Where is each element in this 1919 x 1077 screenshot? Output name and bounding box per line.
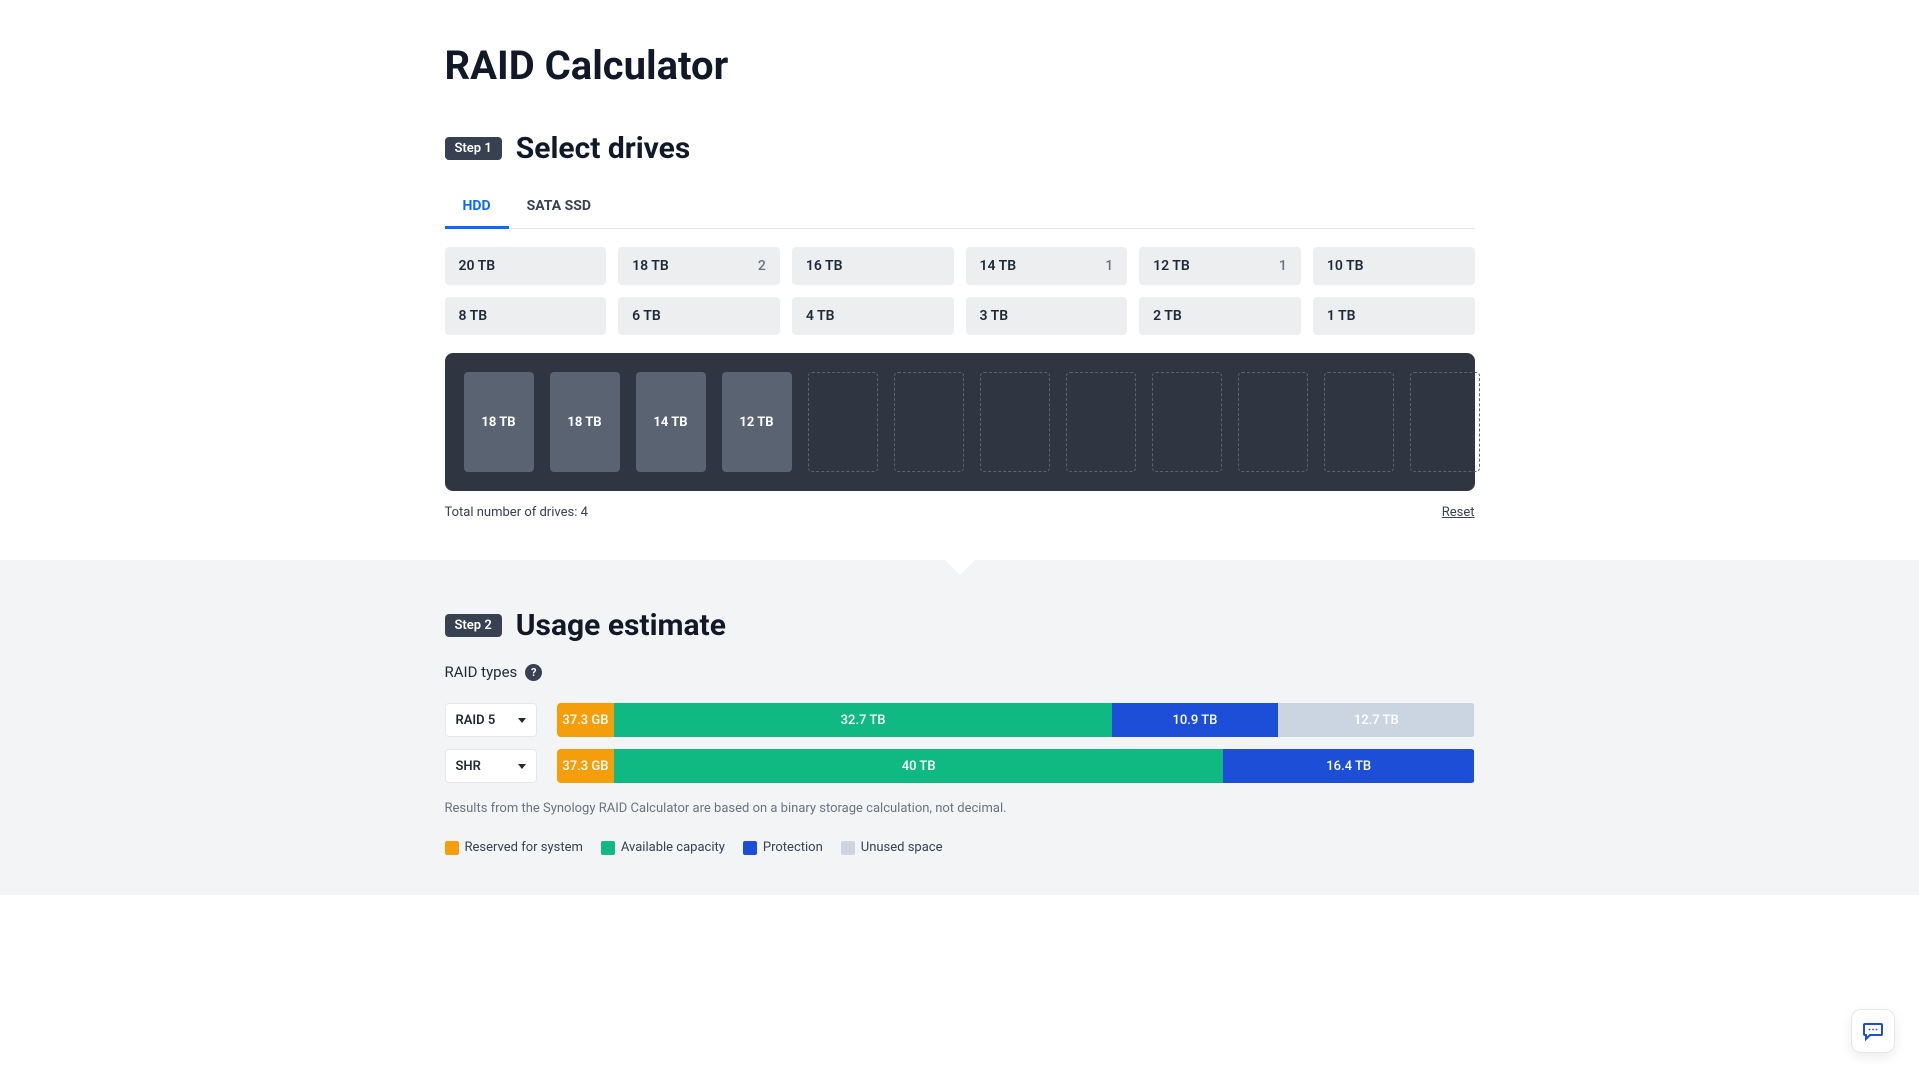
- capacity-bar: 37.3 GB32.7 TB10.9 TB12.7 TB: [557, 703, 1475, 737]
- drive-size-count: 1: [1279, 258, 1287, 274]
- segment-protection: 16.4 TB: [1223, 749, 1475, 783]
- drive-size-14tb[interactable]: 14 TB 1: [966, 247, 1128, 285]
- bay-slot-label: 12 TB: [739, 415, 773, 430]
- segment-reserved: 37.3 GB: [557, 749, 615, 783]
- calculation-note: Results from the Synology RAID Calculato…: [445, 801, 1007, 816]
- bay-slot-empty[interactable]: [894, 372, 964, 472]
- tab-sata-ssd[interactable]: SATA SSD: [509, 186, 609, 228]
- raid-row: RAID 5 37.3 GB32.7 TB10.9 TB12.7 TB: [445, 703, 1475, 737]
- raid-type-select[interactable]: RAID 5: [445, 703, 537, 737]
- chat-button[interactable]: [1851, 1009, 1895, 1053]
- bay-slot-empty[interactable]: [980, 372, 1050, 472]
- drive-size-label: 4 TB: [806, 308, 835, 324]
- bay-slot-empty[interactable]: [1152, 372, 1222, 472]
- help-icon[interactable]: ?: [525, 664, 542, 681]
- swatch-unused: [841, 841, 855, 855]
- section-divider-notch: [944, 559, 976, 575]
- capacity-bar: 37.3 GB40 TB16.4 TB: [557, 749, 1475, 783]
- drive-size-6tb[interactable]: 6 TB: [618, 297, 780, 335]
- raid-types-label: RAID types: [445, 663, 518, 681]
- step2-header: Step 2 Usage estimate: [445, 608, 1475, 643]
- legend-reserved: Reserved for system: [445, 840, 583, 855]
- step1-badge: Step 1: [445, 137, 502, 160]
- legend-protection-label: Protection: [763, 840, 823, 855]
- drive-size-2tb[interactable]: 2 TB: [1139, 297, 1301, 335]
- bay-slot-empty[interactable]: [1238, 372, 1308, 472]
- bay-slot-empty[interactable]: [808, 372, 878, 472]
- segment-reserved: 37.3 GB: [557, 703, 615, 737]
- drive-size-count: 1: [1105, 258, 1113, 274]
- legend-available-label: Available capacity: [621, 840, 725, 855]
- drive-size-label: 16 TB: [806, 258, 843, 274]
- drive-size-count: 2: [758, 258, 766, 274]
- drive-size-label: 10 TB: [1327, 258, 1364, 274]
- step2-badge: Step 2: [445, 614, 502, 637]
- total-drives-label: Total number of drives: 4: [445, 505, 588, 520]
- bay-slot-empty[interactable]: [1410, 372, 1480, 472]
- drive-size-10tb[interactable]: 10 TB: [1313, 247, 1475, 285]
- legend-reserved-label: Reserved for system: [465, 840, 583, 855]
- chevron-down-icon: [518, 718, 526, 723]
- drive-size-grid: 20 TB 18 TB 2 16 TB 14 TB 1 12 TB 1 10 TB 8 TB 6 T…: [445, 247, 1475, 335]
- step1-header: Step 1 Select drives: [445, 131, 1475, 166]
- drive-size-label: 8 TB: [459, 308, 488, 324]
- bay-slot-filled[interactable]: 18 TB: [550, 372, 620, 472]
- raid-type-select[interactable]: SHR: [445, 749, 537, 783]
- legend-unused: Unused space: [841, 840, 943, 855]
- drive-size-18tb[interactable]: 18 TB 2: [618, 247, 780, 285]
- swatch-available: [601, 841, 615, 855]
- legend-protection: Protection: [743, 840, 823, 855]
- drive-size-12tb[interactable]: 12 TB 1: [1139, 247, 1301, 285]
- raid-rows: RAID 537.3 GB32.7 TB10.9 TB12.7 TBSHR37.…: [445, 703, 1475, 783]
- segment-available: 32.7 TB: [614, 703, 1112, 737]
- bay-slot-label: 18 TB: [567, 415, 601, 430]
- raid-type-value: SHR: [456, 759, 481, 774]
- segment-unused: 12.7 TB: [1278, 703, 1474, 737]
- drive-size-16tb[interactable]: 16 TB: [792, 247, 954, 285]
- bay-slot-filled[interactable]: 18 TB: [464, 372, 534, 472]
- raid-row: SHR 37.3 GB40 TB16.4 TB: [445, 749, 1475, 783]
- drive-size-label: 2 TB: [1153, 308, 1182, 324]
- drive-size-4tb[interactable]: 4 TB: [792, 297, 954, 335]
- drive-size-label: 1 TB: [1327, 308, 1356, 324]
- bay-slot-filled[interactable]: 14 TB: [636, 372, 706, 472]
- bay-slot-filled[interactable]: 12 TB: [722, 372, 792, 472]
- swatch-protection: [743, 841, 757, 855]
- drive-size-label: 14 TB: [980, 258, 1017, 274]
- legend: Reserved for system Available capacity P…: [445, 840, 943, 855]
- swatch-reserved: [445, 841, 459, 855]
- chat-icon: [1861, 1019, 1885, 1043]
- page-title: RAID Calculator: [445, 42, 1475, 89]
- drive-size-label: 6 TB: [632, 308, 661, 324]
- drive-size-label: 3 TB: [980, 308, 1009, 324]
- segment-available: 40 TB: [614, 749, 1223, 783]
- bay-slot-empty[interactable]: [1324, 372, 1394, 472]
- chevron-down-icon: [518, 764, 526, 769]
- drive-bay: 18 TB 18 TB 14 TB 12 TB: [445, 353, 1475, 491]
- bay-slot-empty[interactable]: [1066, 372, 1136, 472]
- legend-available: Available capacity: [601, 840, 725, 855]
- bay-slot-label: 18 TB: [481, 415, 515, 430]
- drive-size-label: 12 TB: [1153, 258, 1190, 274]
- legend-unused-label: Unused space: [861, 840, 943, 855]
- drive-type-tabs: HDDSATA SSD: [445, 186, 1475, 229]
- drive-size-20tb[interactable]: 20 TB: [445, 247, 607, 285]
- step2-title: Usage estimate: [516, 608, 726, 643]
- segment-protection: 10.9 TB: [1112, 703, 1278, 737]
- tab-hdd[interactable]: HDD: [445, 186, 509, 228]
- raid-type-value: RAID 5: [456, 713, 496, 728]
- step1-title: Select drives: [516, 131, 690, 166]
- drive-size-3tb[interactable]: 3 TB: [966, 297, 1128, 335]
- bay-slot-label: 14 TB: [653, 415, 687, 430]
- reset-link[interactable]: Reset: [1442, 505, 1475, 520]
- drive-size-label: 20 TB: [459, 258, 496, 274]
- drive-size-8tb[interactable]: 8 TB: [445, 297, 607, 335]
- drive-size-1tb[interactable]: 1 TB: [1313, 297, 1475, 335]
- drive-size-label: 18 TB: [632, 258, 669, 274]
